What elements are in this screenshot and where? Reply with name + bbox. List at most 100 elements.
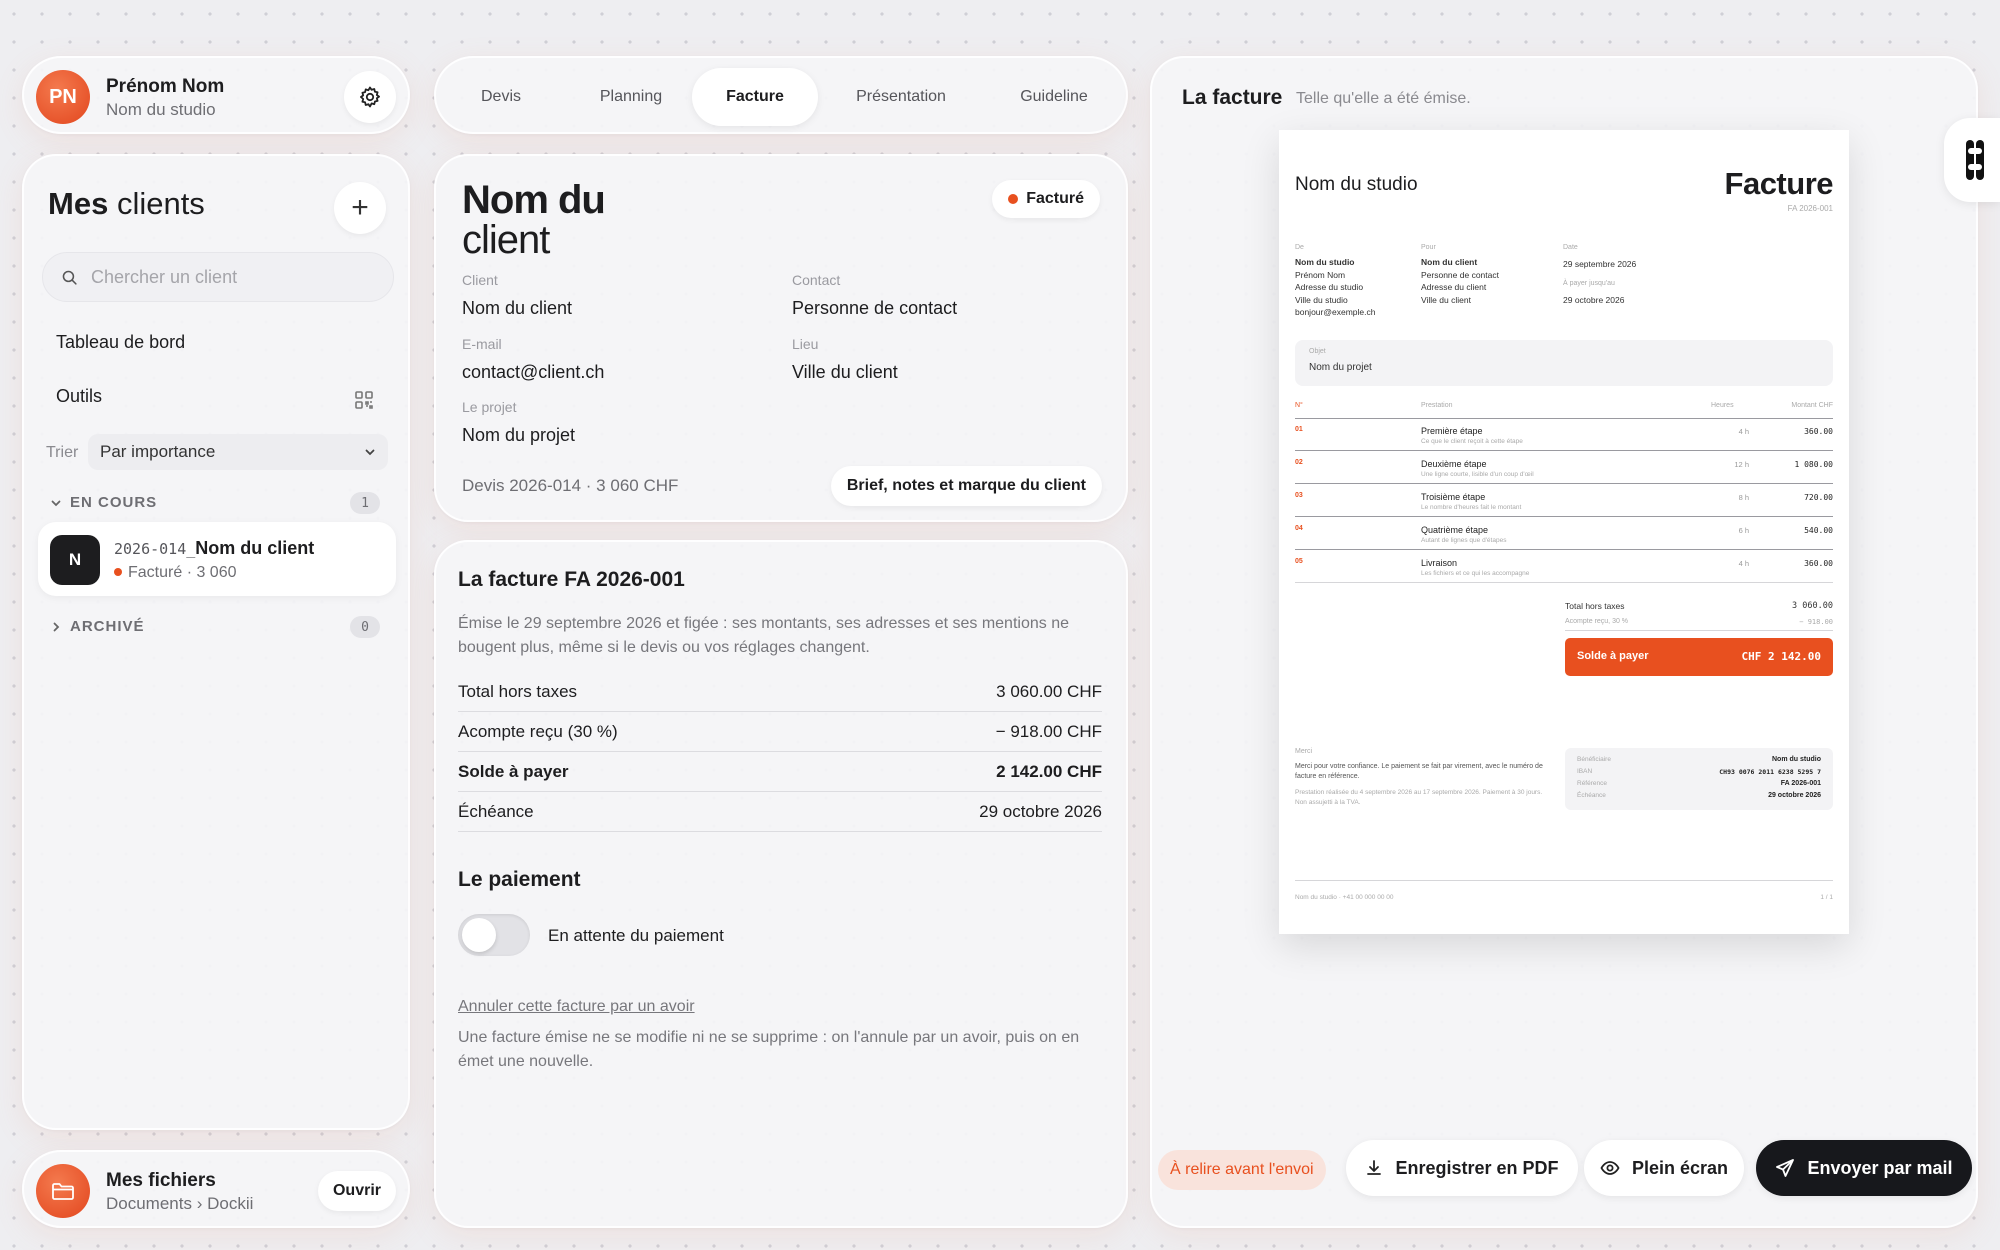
doc-due-label: À payer jusqu'au: [1563, 280, 1615, 287]
client-search: [42, 252, 394, 302]
gear-icon: [360, 86, 380, 108]
doc-line-num: 01: [1295, 426, 1303, 433]
doc-line-hours: 6 h: [1738, 526, 1749, 535]
group-count: 1: [350, 492, 380, 514]
app-logo[interactable]: [1944, 118, 2000, 202]
status-badge: Facturé: [992, 180, 1100, 218]
preview-title: La facture: [1182, 86, 1283, 109]
place-label: Lieu: [792, 336, 819, 352]
doc-divider: [1565, 630, 1833, 631]
doc-to-address: Nom du client Personne de contact Adress…: [1421, 257, 1499, 305]
doc-line-amount: 720.00: [1804, 493, 1833, 502]
doc-bank-box: Bénéficiaire Nom du studio IBAN CH93 007…: [1565, 748, 1833, 810]
add-client-button[interactable]: +: [334, 182, 386, 234]
doc-due-value: 29 octobre 2026: [1563, 295, 1625, 305]
payment-toggle[interactable]: [458, 914, 530, 956]
doc-line-sub: Autant de lignes que d'étapes: [1421, 537, 1507, 544]
invoice-title: La facture FA 2026-001: [458, 568, 685, 591]
doc-from-label: De: [1295, 244, 1304, 251]
tab-devis[interactable]: Devis: [446, 68, 556, 126]
doc-date-label: Date: [1563, 244, 1578, 251]
brief-button[interactable]: Brief, notes et marque du client: [830, 466, 1102, 506]
search-input[interactable]: [91, 253, 381, 301]
doc-divider: [1295, 450, 1833, 451]
sort-value: Par importance: [100, 442, 216, 461]
doc-balance-label: Solde à payer: [1577, 650, 1649, 662]
user-avatar[interactable]: PN: [36, 70, 90, 124]
sort-label: Trier: [46, 444, 79, 461]
doc-col-hours: Heures: [1711, 402, 1734, 409]
invoice-description: Émise le 29 septembre 2026 et figée : se…: [458, 615, 1069, 656]
sort-select[interactable]: Par importance: [88, 434, 388, 470]
doc-date-value: 29 septembre 2026: [1563, 259, 1637, 269]
doc-deposit-label: Acompte reçu, 30 %: [1565, 618, 1629, 625]
doc-divider: [1295, 549, 1833, 550]
tab-presentation[interactable]: Présentation: [826, 68, 976, 126]
status-dot: [114, 568, 122, 576]
doc-balance-value: CHF 2 142.00: [1741, 650, 1821, 663]
doc-line-sub: Une ligne courte, lisible d'un coup d'œi…: [1421, 471, 1534, 478]
open-files-button[interactable]: Ouvrir: [318, 1171, 396, 1211]
doc-line-num: 05: [1295, 558, 1303, 565]
doc-number: FA 2026-001: [1787, 204, 1833, 213]
doc-object-value: Nom du projet: [1309, 362, 1372, 373]
email-label: E-mail: [462, 336, 502, 352]
group-en-cours[interactable]: EN COURS: [50, 494, 157, 511]
client-list-item[interactable]: N 2026-014_Nom du client Facturé · 3 060: [38, 522, 396, 596]
doc-total-label: Total hors taxes: [1565, 601, 1625, 611]
chevron-down-icon: [365, 449, 375, 456]
doc-line-amount: 360.00: [1804, 427, 1833, 436]
doc-studio-name: Nom du studio: [1295, 174, 1418, 195]
cancel-invoice-link[interactable]: Annuler cette facture par un avoir: [458, 998, 695, 1016]
doc-line-title: Deuxième étape: [1421, 459, 1487, 469]
doc-object-label: Objet: [1309, 348, 1326, 355]
client-name-heading: Nom du client: [462, 178, 606, 262]
client-item-status: Facturé · 3 060: [114, 564, 237, 582]
doc-line-hours: 12 h: [1734, 460, 1749, 469]
tab-facture[interactable]: Facture: [692, 68, 818, 126]
user-card: PN Prénom Nom Nom du studio: [22, 56, 410, 134]
doc-line-amount: 360.00: [1804, 559, 1833, 568]
place-value: Ville du client: [792, 362, 898, 382]
doc-balance-bar: Solde à payer CHF 2 142.00: [1565, 638, 1833, 676]
nav-dashboard[interactable]: Tableau de bord: [56, 332, 185, 353]
payment-title: Le paiement: [458, 868, 581, 891]
clients-title: Mes clients: [48, 186, 205, 221]
files-title: Mes fichiers: [106, 1170, 216, 1191]
doc-thanks-label: Merci: [1295, 748, 1313, 755]
doc-line-title: Troisième étape: [1421, 492, 1486, 502]
send-mail-button[interactable]: Envoyer par mail: [1756, 1140, 1972, 1196]
doc-line-title: Quatrième étape: [1421, 525, 1489, 535]
doc-line-hours: 4 h: [1738, 427, 1749, 436]
doc-line-hours: 8 h: [1738, 493, 1749, 502]
summary-row-deposit: Acompte reçu (30 %) − 918.00 CHF: [458, 712, 1102, 752]
settings-button[interactable]: [344, 71, 396, 123]
client-avatar: N: [50, 535, 100, 585]
chevron-right-icon: [53, 622, 60, 631]
doc-line-num: 03: [1295, 492, 1303, 499]
tab-guideline[interactable]: Guideline: [986, 68, 1122, 126]
client-card: Nom du client Facturé Client Nom du clien…: [434, 154, 1128, 522]
doc-line-sub: Ce que le client reçoit à cette étape: [1421, 438, 1523, 445]
files-path: Documents › Dockii: [106, 1194, 254, 1213]
doc-footer-right: 1 / 1: [1820, 894, 1833, 901]
fullscreen-button[interactable]: Plein écran: [1584, 1140, 1744, 1196]
save-pdf-button[interactable]: Enregistrer en PDF: [1346, 1140, 1578, 1196]
doc-line-amount: 1 080.00: [1794, 460, 1833, 469]
folder-avatar: [36, 1164, 90, 1218]
doc-line-sub: Le nombre d'heures fait le montant: [1421, 504, 1522, 511]
payment-toggle-label: En attente du paiement: [548, 926, 724, 945]
email-value[interactable]: contact@client.ch: [462, 362, 604, 383]
plus-icon: +: [351, 191, 369, 224]
project-value: Nom du projet: [462, 425, 576, 445]
grid-icon: [355, 391, 373, 409]
doc-col-amount: Montant CHF: [1791, 402, 1833, 409]
send-icon: [1776, 1159, 1795, 1177]
doc-line-sub: Les fichiers et ce qui les accompagne: [1421, 570, 1530, 577]
devis-reference: Devis 2026-014 · 3 060 CHF: [462, 476, 679, 495]
tab-planning[interactable]: Planning: [566, 68, 696, 126]
group-count: 0: [350, 616, 380, 638]
contact-label: Contact: [792, 272, 841, 288]
group-archive[interactable]: ARCHIVÉ: [50, 618, 145, 635]
nav-tools[interactable]: Outils: [56, 386, 102, 407]
